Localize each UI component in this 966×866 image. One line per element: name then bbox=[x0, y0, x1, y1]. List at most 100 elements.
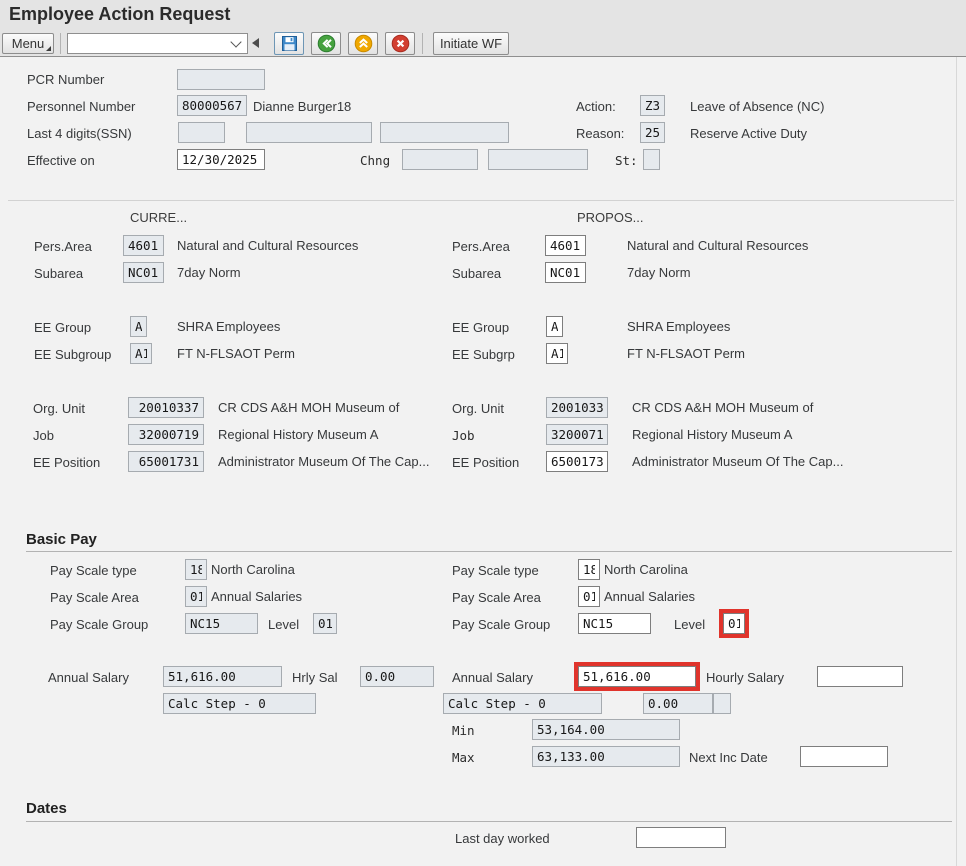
current-annual-salary-field[interactable] bbox=[163, 666, 282, 687]
ssn-label: Last 4 digits(SSN) bbox=[27, 126, 132, 141]
next-inc-date-field[interactable] bbox=[800, 746, 888, 767]
proposed-level-field[interactable] bbox=[719, 609, 749, 638]
proposed-pay-scale-type-desc: North Carolina bbox=[604, 562, 688, 577]
content-right-border bbox=[956, 57, 957, 866]
current-pers-area-label: Pers.Area bbox=[34, 239, 92, 254]
proposed-pay-scale-area-label: Pay Scale Area bbox=[452, 590, 541, 605]
proposed-org-unit-field[interactable] bbox=[546, 397, 608, 418]
current-pay-scale-group-label: Pay Scale Group bbox=[50, 617, 149, 632]
current-pay-scale-type-label: Pay Scale type bbox=[50, 563, 137, 578]
proposed-subarea-field[interactable] bbox=[545, 262, 586, 283]
current-job-label: Job bbox=[33, 428, 54, 443]
proposed-annual-salary-label: Annual Salary bbox=[452, 670, 533, 685]
back-icon bbox=[317, 34, 335, 53]
current-ee-position-field[interactable] bbox=[128, 451, 204, 472]
current-ee-group-desc: SHRA Employees bbox=[177, 319, 281, 334]
proposed-ee-position-label: EE Position bbox=[452, 455, 520, 470]
title-bar: Employee Action Request bbox=[0, 0, 966, 30]
st-field[interactable] bbox=[643, 149, 660, 170]
effective-on-field[interactable] bbox=[177, 149, 265, 170]
proposed-subarea-desc: 7day Norm bbox=[627, 265, 691, 280]
next-inc-date-label: Next Inc Date bbox=[689, 750, 768, 765]
page-title: Employee Action Request bbox=[9, 4, 231, 24]
current-level-field[interactable] bbox=[313, 613, 337, 634]
section-separator bbox=[8, 200, 954, 201]
proposed-job-field[interactable] bbox=[546, 424, 608, 445]
proposed-ee-position-field[interactable] bbox=[546, 451, 608, 472]
proposed-ee-subgroup-desc: FT N-FLSAOT Perm bbox=[627, 346, 745, 361]
action-label: Action: bbox=[576, 99, 616, 114]
proposed-calc-step-field[interactable] bbox=[443, 693, 602, 714]
proposed-org-unit-desc: CR CDS A&H MOH Museum of bbox=[632, 400, 814, 415]
initiate-wf-button[interactable]: Initiate WF bbox=[433, 32, 509, 55]
current-hourly-salary-field[interactable] bbox=[360, 666, 434, 687]
effective-on-label: Effective on bbox=[27, 153, 95, 168]
current-calc-step-field[interactable] bbox=[163, 693, 316, 714]
current-pay-scale-group-field[interactable] bbox=[185, 613, 258, 634]
current-ee-group-field[interactable] bbox=[130, 316, 147, 337]
chng-field-1[interactable] bbox=[402, 149, 478, 170]
min-salary-field[interactable] bbox=[532, 719, 680, 740]
proposed-job-label: Job bbox=[452, 428, 475, 443]
current-level-label: Level bbox=[268, 617, 300, 632]
ssn-field-3[interactable] bbox=[380, 122, 509, 143]
toolbar-separator bbox=[60, 33, 61, 54]
current-ee-subgroup-field[interactable] bbox=[130, 343, 152, 364]
menu-button-label: Menu bbox=[11, 36, 45, 51]
current-job-field[interactable] bbox=[128, 424, 204, 445]
proposed-calc-amount-field[interactable] bbox=[643, 693, 713, 714]
proposed-pay-scale-group-field[interactable] bbox=[578, 613, 651, 634]
current-org-unit-field[interactable] bbox=[128, 397, 204, 418]
proposed-pers-area-label: Pers.Area bbox=[452, 239, 510, 254]
action-desc: Leave of Absence (NC) bbox=[690, 99, 825, 114]
personnel-name-text: Dianne Burger18 bbox=[253, 99, 352, 114]
chng-label: Chng bbox=[360, 153, 391, 168]
last-day-worked-field[interactable] bbox=[636, 827, 726, 848]
calc-unit-box bbox=[713, 693, 731, 714]
collapse-left-arrow-icon[interactable] bbox=[252, 38, 259, 48]
command-input[interactable] bbox=[71, 35, 232, 52]
proposed-pay-scale-type-field[interactable] bbox=[578, 559, 600, 580]
proposed-hourly-salary-field[interactable] bbox=[817, 666, 903, 687]
current-pers-area-desc: Natural and Cultural Resources bbox=[177, 238, 359, 253]
exit-button[interactable] bbox=[348, 32, 378, 55]
current-job-desc: Regional History Museum A bbox=[218, 427, 379, 442]
current-pers-area-field[interactable] bbox=[123, 235, 164, 256]
cancel-button[interactable] bbox=[385, 32, 415, 55]
ssn-field-1[interactable] bbox=[178, 122, 225, 143]
pcr-number-field[interactable] bbox=[177, 69, 265, 90]
proposed-annual-salary-field[interactable] bbox=[574, 662, 700, 691]
current-pay-scale-area-desc: Annual Salaries bbox=[211, 589, 303, 604]
save-button[interactable] bbox=[274, 32, 304, 55]
proposed-pay-scale-area-field[interactable] bbox=[578, 586, 600, 607]
dates-rule bbox=[26, 821, 952, 822]
min-label: Min bbox=[452, 723, 475, 738]
chng-field-2[interactable] bbox=[488, 149, 588, 170]
command-combobox[interactable] bbox=[67, 33, 248, 54]
basic-pay-rule bbox=[26, 551, 952, 552]
proposed-ee-group-field[interactable] bbox=[546, 316, 563, 337]
proposed-hourly-salary-label: Hourly Salary bbox=[706, 670, 785, 685]
current-pay-scale-type-desc: North Carolina bbox=[211, 562, 295, 577]
current-ee-position-label: EE Position bbox=[33, 455, 101, 470]
back-button[interactable] bbox=[311, 32, 341, 55]
personnel-number-field[interactable] bbox=[177, 95, 247, 116]
current-pay-scale-type-field[interactable] bbox=[185, 559, 207, 580]
current-subarea-desc: 7day Norm bbox=[177, 265, 241, 280]
last-day-worked-label: Last day worked bbox=[455, 831, 550, 846]
menu-button[interactable]: Menu bbox=[2, 33, 54, 54]
toolbar-separator bbox=[422, 33, 423, 54]
reason-field[interactable] bbox=[640, 122, 665, 143]
personnel-number-label: Personnel Number bbox=[27, 99, 136, 114]
proposed-pay-scale-area-desc: Annual Salaries bbox=[604, 589, 696, 604]
current-pay-scale-area-field[interactable] bbox=[185, 586, 207, 607]
max-salary-field[interactable] bbox=[532, 746, 680, 767]
current-subarea-field[interactable] bbox=[123, 262, 164, 283]
proposed-ee-subgroup-field[interactable] bbox=[546, 343, 568, 364]
proposed-pers-area-field[interactable] bbox=[545, 235, 586, 256]
current-subarea-label: Subarea bbox=[34, 266, 84, 281]
chevron-down-icon[interactable] bbox=[230, 35, 242, 48]
action-field[interactable] bbox=[640, 95, 665, 116]
employee-action-request-window: Employee Action Request Menu Initiate WF… bbox=[0, 0, 966, 866]
ssn-field-2[interactable] bbox=[246, 122, 372, 143]
